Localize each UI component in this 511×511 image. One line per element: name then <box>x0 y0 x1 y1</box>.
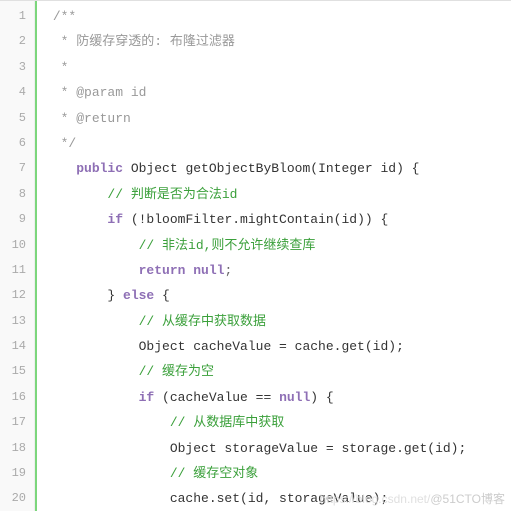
line-number: 1 <box>4 4 26 29</box>
line-number: 19 <box>4 461 26 486</box>
line-number: 15 <box>4 359 26 384</box>
code-line[interactable]: if (!bloomFilter.mightContain(id)) { <box>45 207 511 232</box>
line-number: 9 <box>4 207 26 232</box>
code-line[interactable]: // 从缓存中获取数据 <box>45 309 511 334</box>
code-token: // 从缓存中获取数据 <box>139 314 266 329</box>
code-line[interactable]: Object storageValue = storage.get(id); <box>45 436 511 461</box>
code-token: */ <box>61 136 77 151</box>
line-number: 3 <box>4 55 26 80</box>
line-number: 6 <box>4 131 26 156</box>
code-token: Object cacheValue = cache.get(id); <box>139 339 404 354</box>
line-number: 8 <box>4 182 26 207</box>
code-line[interactable]: /** <box>45 4 511 29</box>
code-token: /** <box>53 9 76 24</box>
line-number: 17 <box>4 410 26 435</box>
code-token: * @param id <box>61 85 147 100</box>
code-editor: 1234567891011121314151617181920 /** * 防缓… <box>0 0 511 511</box>
code-token: // 缓存空对象 <box>170 466 258 481</box>
line-number: 5 <box>4 106 26 131</box>
code-token: // 缓存为空 <box>139 364 214 379</box>
code-line[interactable]: Object cacheValue = cache.get(id); <box>45 334 511 359</box>
code-line[interactable]: // 从数据库中获取 <box>45 410 511 435</box>
line-number-gutter: 1234567891011121314151617181920 <box>0 1 35 511</box>
line-number: 18 <box>4 436 26 461</box>
code-line[interactable]: cache.set(id, storageValue); <box>45 486 511 511</box>
code-line[interactable]: public Object getObjectByBloom(Integer i… <box>45 156 511 181</box>
code-line[interactable]: // 非法id,则不允许继续查库 <box>45 233 511 258</box>
code-token: // 判断是否为合法id <box>107 187 237 202</box>
code-token: // 非法id,则不允许继续查库 <box>139 238 316 253</box>
line-number: 16 <box>4 385 26 410</box>
code-token: // 从数据库中获取 <box>170 415 284 430</box>
code-line[interactable]: * @param id <box>45 80 511 105</box>
code-token: * 防缓存穿透的: 布隆过滤器 <box>61 34 235 49</box>
line-number: 20 <box>4 486 26 511</box>
code-token: * <box>61 60 69 75</box>
code-line[interactable]: // 判断是否为合法id <box>45 182 511 207</box>
line-number: 12 <box>4 283 26 308</box>
line-number: 4 <box>4 80 26 105</box>
code-line[interactable]: * 防缓存穿透的: 布隆过滤器 <box>45 29 511 54</box>
code-line[interactable]: */ <box>45 131 511 156</box>
line-number: 11 <box>4 258 26 283</box>
code-token: * @return <box>61 111 131 126</box>
code-line[interactable]: * @return <box>45 106 511 131</box>
code-line[interactable]: * <box>45 55 511 80</box>
code-line[interactable]: // 缓存空对象 <box>45 461 511 486</box>
line-number: 14 <box>4 334 26 359</box>
code-line[interactable]: } else { <box>45 283 511 308</box>
line-number: 7 <box>4 156 26 181</box>
code-line[interactable]: if (cacheValue == null) { <box>45 385 511 410</box>
line-number: 10 <box>4 233 26 258</box>
code-line[interactable]: // 缓存为空 <box>45 359 511 384</box>
code-token: Object storageValue = storage.get(id); <box>170 441 466 456</box>
code-token: cache.set(id, storageValue); <box>170 491 388 506</box>
line-number: 2 <box>4 29 26 54</box>
code-line[interactable]: return null; <box>45 258 511 283</box>
line-number: 13 <box>4 309 26 334</box>
code-area[interactable]: /** * 防缓存穿透的: 布隆过滤器 * * @param id * @ret… <box>35 1 511 511</box>
